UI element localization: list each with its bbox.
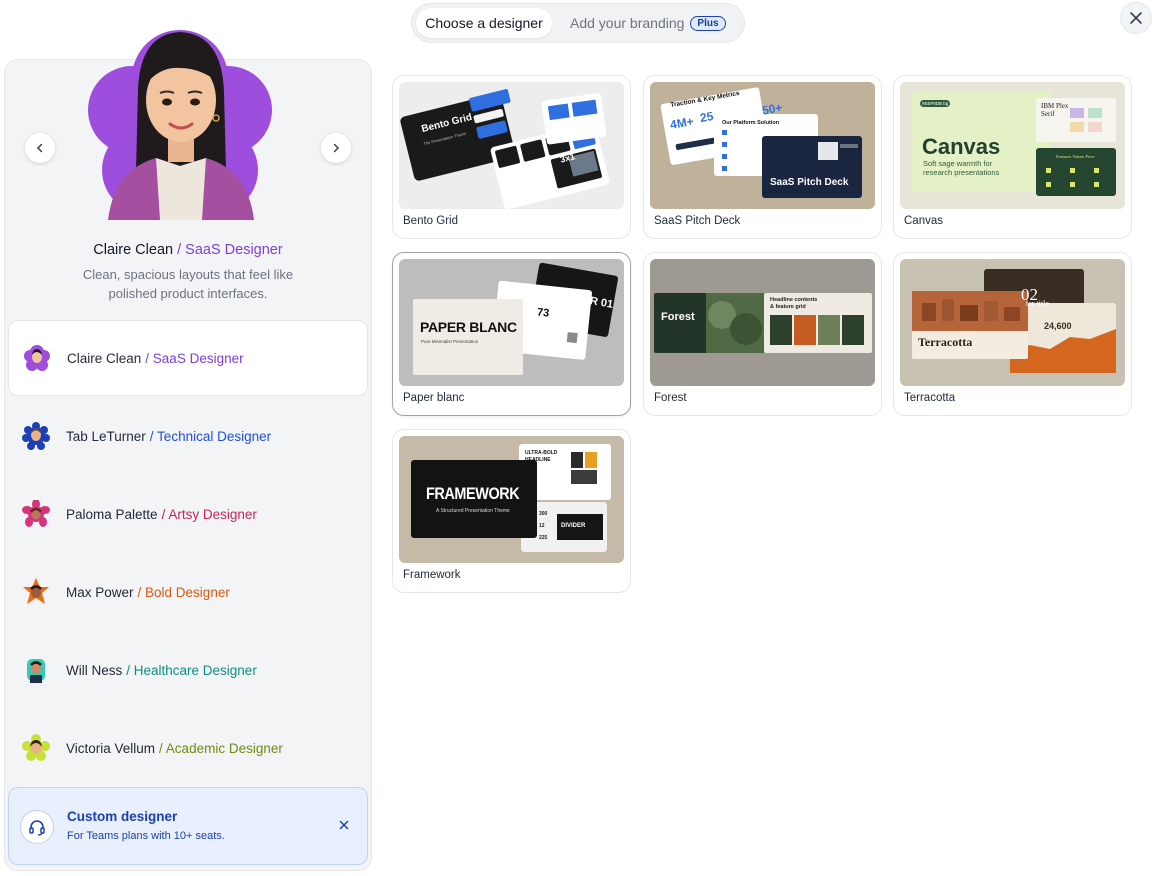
designer-name: Victoria Vellum [66, 740, 156, 756]
template-label: SaaS Pitch Deck [654, 215, 741, 227]
terracotta-thumb-stat: 24,600 [1044, 321, 1072, 331]
canvas-thumb-section: Features Values Price [1056, 154, 1095, 159]
headset-icon [20, 810, 54, 844]
framework-thumb-headline-a: ULTRA-BOLD [525, 450, 558, 456]
saas-pitch-thumb-solution: Our Platform Solution [722, 120, 780, 126]
template-label: Paper blanc [403, 392, 465, 404]
designer-item-will-ness[interactable]: Will Ness / Healthcare Designer [8, 632, 368, 708]
tab-choose-designer[interactable]: Choose a designer [416, 8, 552, 38]
designer-item-paloma-palette[interactable]: Paloma Palette / Artsy Designer [8, 476, 368, 552]
designer-name: Paloma Palette [66, 506, 158, 522]
framework-thumbnail: FRAMEWORK A Structured Presentation Them… [399, 436, 624, 563]
tab-add-branding[interactable]: Add your branding Plus [558, 8, 738, 38]
designer-role: / Technical Designer [149, 428, 272, 444]
forest-thumbnail: Forest Headline contents & feature grid [650, 259, 875, 386]
framework-thumb-subtitle: A Structured Presentation Theme [436, 508, 510, 514]
designer-item-claire-clean[interactable]: Claire Clean / SaaS Designer [8, 320, 368, 396]
plus-badge: Plus [690, 15, 726, 31]
paper-blanc-thumbnail: CHAPTER 01 73 PAPER BLANC Pure Minimalis… [399, 259, 624, 386]
terracotta-thumb-text: ter title [1026, 299, 1049, 308]
designer-item-tab-leturner[interactable]: Tab LeTurner / Technical Designer [8, 398, 368, 474]
tab-add-branding-label: Add your branding [570, 15, 685, 31]
framework-thumb-stat-c: 225 [539, 535, 548, 541]
template-card-saas-pitch-deck[interactable]: Traction & Key Metrics 4M+ 25 50+ Our Pl… [643, 75, 882, 239]
hero-designer-role: / SaaS Designer [177, 242, 283, 258]
framework-thumb-title: FRAMEWORK [426, 484, 520, 503]
tab-leturner-avatar [22, 422, 50, 450]
paloma-palette-avatar [22, 500, 50, 527]
designer-name: Max Power [66, 584, 134, 600]
designer-role: / Bold Designer [137, 584, 230, 600]
saas-pitch-thumb-metric-b: 25 [698, 108, 715, 126]
template-card-forest[interactable]: Forest Headline contents & feature grid … [643, 252, 882, 416]
template-card-canvas[interactable]: #EEF9DB bg Canvas Soft sage warmth for r… [893, 75, 1132, 239]
canvas-thumbnail: #EEF9DB bg Canvas Soft sage warmth for r… [900, 82, 1125, 209]
canvas-thumb-font-a: IBM Plex [1041, 102, 1069, 110]
max-power-avatar [23, 578, 49, 604]
template-card-terracotta[interactable]: 02 ter title 24,600 Terracotta Terracott… [893, 252, 1132, 416]
template-label: Canvas [904, 215, 943, 227]
template-card-bento-grid[interactable]: Bento Grid The Presentation Theme 4x1 1x… [392, 75, 631, 239]
designer-role: / Academic Designer [159, 740, 283, 756]
bento-grid-thumbnail: Bento Grid The Presentation Theme 4x1 1x… [399, 82, 624, 209]
next-designer-button[interactable] [321, 133, 351, 163]
victoria-vellum-avatar [22, 734, 50, 761]
close-button[interactable] [1120, 2, 1152, 34]
forest-thumb-heading-b: & feature grid [770, 304, 806, 310]
designer-name: Will Ness [66, 662, 123, 678]
canvas-thumb-title: Canvas [922, 134, 1001, 159]
framework-thumb-stat-b: 12 [539, 523, 545, 529]
custom-designer-subtitle: For Teams plans with 10+ seats. [67, 830, 225, 842]
template-label: Forest [654, 392, 687, 404]
designer-name: Tab LeTurner [66, 428, 146, 444]
terracotta-thumbnail: 02 ter title 24,600 Terracotta [900, 259, 1125, 386]
framework-thumb-headline-b: HEADLINE [525, 457, 551, 463]
designer-name: Claire Clean [67, 350, 142, 366]
canvas-thumb-subtitle: Soft sage warmth for research presentati… [923, 159, 1000, 177]
designer-role: / Healthcare Designer [126, 662, 257, 678]
canvas-thumb-tag: #EEF9DB bg [922, 101, 949, 106]
forest-thumb-heading-a: Headline contents [770, 297, 818, 303]
designer-item-victoria-vellum[interactable]: Victoria Vellum / Academic Designer [8, 710, 368, 786]
saas-pitch-thumb-title: SaaS Pitch Deck [770, 177, 849, 188]
canvas-thumb-font-b: Serif [1041, 110, 1055, 118]
designer-item-max-power[interactable]: Max Power / Bold Designer [8, 554, 368, 630]
template-label: Framework [403, 569, 461, 581]
hero-designer-name: Claire Clean [93, 242, 174, 258]
dismiss-custom-designer-button[interactable] [335, 816, 353, 834]
hero-designer-description: Clean, spacious layouts that feel like p… [82, 267, 294, 301]
hero-designer-title: Claire Clean / SaaS Designer [0, 242, 376, 258]
template-card-paper-blanc[interactable]: CHAPTER 01 73 PAPER BLANC Pure Minimalis… [392, 252, 631, 416]
designer-role: / Artsy Designer [161, 506, 257, 522]
terracotta-thumb-title: Terracotta [918, 335, 973, 349]
paper-blanc-thumb-number: 73 [536, 306, 550, 320]
custom-designer-title: Custom designer [67, 809, 178, 824]
custom-designer-card[interactable]: Custom designer For Teams plans with 10+… [8, 787, 368, 865]
template-label: Bento Grid [403, 215, 458, 227]
chevron-right-icon [333, 143, 340, 153]
paper-blanc-thumb-title: PAPER BLANC [420, 319, 517, 335]
close-icon [339, 820, 349, 830]
claire-clean-avatar [24, 345, 50, 371]
chevron-left-icon [36, 143, 43, 153]
paper-blanc-thumb-subtitle: Pure Minimalist Presentation [421, 339, 479, 344]
framework-thumb-divider: DIVIDER [561, 523, 586, 529]
designer-role: / SaaS Designer [145, 350, 244, 366]
forest-thumb-title: Forest [661, 311, 695, 323]
framework-thumb-stat-a: 300 [539, 511, 548, 517]
will-ness-avatar [27, 659, 45, 683]
previous-designer-button[interactable] [25, 133, 55, 163]
template-card-framework[interactable]: FRAMEWORK A Structured Presentation Them… [392, 429, 631, 593]
hero-avatar [80, 20, 280, 220]
saas-pitch-deck-thumbnail: Traction & Key Metrics 4M+ 25 50+ Our Pl… [650, 82, 875, 209]
designer-branding-tabs: Choose a designer Add your branding Plus [411, 3, 745, 43]
close-icon [1130, 12, 1142, 24]
template-label: Terracotta [904, 392, 956, 404]
